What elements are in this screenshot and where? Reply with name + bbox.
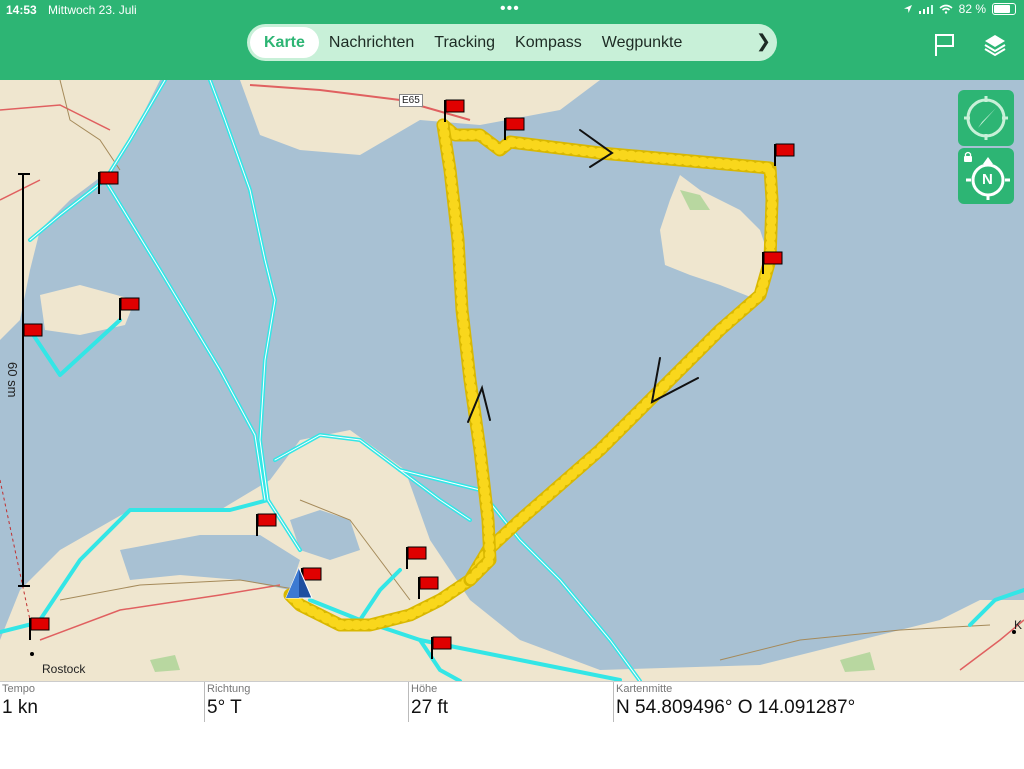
- place-dot: [30, 652, 34, 656]
- place-label-k: K: [1014, 618, 1023, 632]
- battery-percent: 82 %: [958, 2, 986, 16]
- compass-north-letter: N: [982, 171, 993, 188]
- road-label-e65: E65: [399, 94, 423, 107]
- place-label-rostock: Rostock: [42, 662, 86, 676]
- layers-icon[interactable]: [982, 32, 1008, 58]
- north-lock-button[interactable]: N: [958, 148, 1014, 204]
- info-richtung[interactable]: Richtung 5° T: [204, 682, 408, 722]
- battery-fill: [994, 5, 1011, 13]
- tab-nachrichten[interactable]: Nachrichten: [319, 34, 424, 52]
- top-toolbar: Karte Nachrichten Tracking Kompass Wegpu…: [0, 20, 1024, 80]
- status-time: 14:53: [6, 3, 37, 17]
- scale-bar-label: 60 sm: [5, 362, 20, 398]
- battery-icon: [992, 3, 1016, 15]
- border-dashed-line: [0, 479, 31, 621]
- location-icon: [903, 5, 912, 13]
- tab-tracking[interactable]: Tracking: [424, 34, 505, 52]
- map-view[interactable]: 60 sm E65 Rostock K N: [0, 80, 1024, 681]
- info-hoehe[interactable]: Höhe 27 ft: [408, 682, 613, 722]
- compass-rose-button[interactable]: [958, 90, 1014, 146]
- tab-wegpunkte[interactable]: Wegpunkte: [592, 34, 693, 52]
- info-richtung-label: Richtung: [207, 683, 251, 695]
- wifi-icon: [939, 4, 953, 14]
- waypoint-flag: [98, 171, 119, 194]
- info-hoehe-value: 27 ft: [411, 697, 448, 718]
- map-canvas[interactable]: [0, 80, 1024, 681]
- flag-icon[interactable]: [932, 32, 958, 58]
- compass-icon: [964, 96, 1008, 140]
- info-tempo[interactable]: Tempo 1 kn: [0, 682, 203, 722]
- tab-kompass[interactable]: Kompass: [505, 34, 592, 52]
- multitask-dots-icon[interactable]: •••: [500, 0, 520, 18]
- tab-karte[interactable]: Karte: [250, 27, 319, 58]
- info-tempo-label: Tempo: [2, 683, 36, 695]
- status-date: Mittwoch 23. Juli: [48, 3, 137, 17]
- status-bar: 14:53 Mittwoch 23. Juli ••• 82 %: [0, 0, 1024, 20]
- status-right: 82 %: [903, 2, 1016, 16]
- chevron-right-icon[interactable]: ❯: [756, 31, 771, 52]
- island-hiddensee: [660, 175, 770, 300]
- info-hoehe-label: Höhe: [411, 683, 438, 695]
- info-tempo-value: 1 kn: [2, 697, 38, 718]
- info-panel: Tempo 1 kn Richtung 5° T Höhe 27 ft Kart…: [0, 681, 1024, 769]
- signal-icon: [918, 5, 933, 14]
- info-richtung-value: 5° T: [207, 697, 242, 718]
- tab-bar: Karte Nachrichten Tracking Kompass Wegpu…: [247, 24, 777, 61]
- info-kartenmitte-value: N 54.809496° O 14.091287°: [616, 697, 856, 718]
- info-kartenmitte[interactable]: Kartenmitte N 54.809496° O 14.091287°: [613, 682, 1024, 722]
- waypoint-flag: [774, 143, 795, 166]
- info-kartenmitte-label: Kartenmitte: [616, 683, 673, 695]
